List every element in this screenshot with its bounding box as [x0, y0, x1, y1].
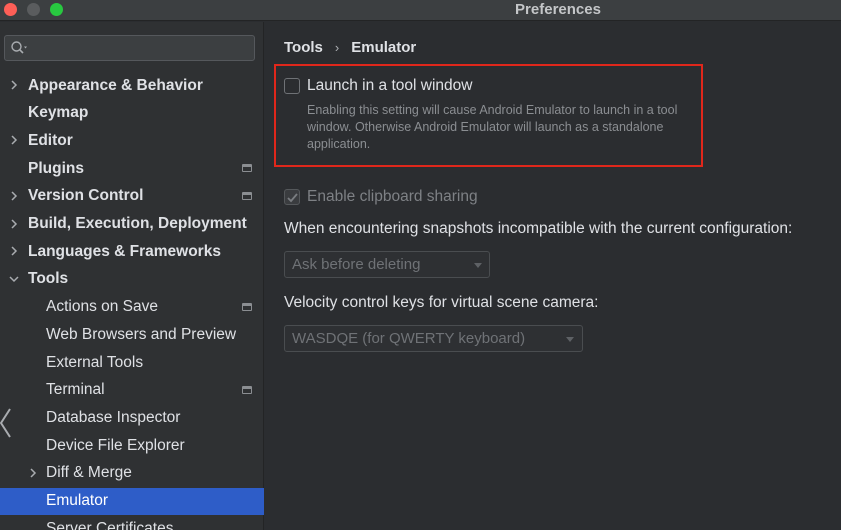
velocity-prompt: Velocity control keys for virtual scene … — [284, 294, 599, 311]
sidebar-item-plugins[interactable]: Plugins — [0, 155, 264, 182]
sidebar-item-label: Database Inspector — [46, 408, 181, 426]
sidebar-item-external-tools[interactable]: External Tools — [0, 349, 264, 376]
sidebar-item-label: Tools — [28, 270, 69, 288]
sidebar-item-appearance-behavior[interactable]: Appearance & Behavior — [0, 72, 264, 99]
settings-content: Tools › Emulator Launch in a tool window… — [265, 22, 841, 530]
velocity-combo[interactable]: WASDQE (for QWERTY keyboard) — [284, 325, 583, 352]
sidebar-item-label: Version Control — [28, 187, 144, 205]
chevron-down-icon — [474, 263, 482, 268]
chevron-right-icon[interactable] — [9, 135, 19, 145]
launch-in-tool-window-description: Enabling this setting will cause Android… — [307, 103, 678, 151]
sidebar-item-label: Languages & Frameworks — [28, 242, 221, 260]
snapshots-prompt: When encountering snapshots incompatible… — [284, 220, 793, 237]
clipboard-sharing-checkbox[interactable] — [284, 189, 300, 205]
sidebar-item-label: Actions on Save — [46, 298, 159, 316]
chevron-right-icon[interactable] — [28, 468, 38, 478]
sidebar-item-languages-frameworks[interactable]: Languages & Frameworks — [0, 238, 264, 265]
project-level-icon — [242, 302, 252, 311]
title-bar: Preferences — [0, 0, 841, 21]
sidebar-item-emulator[interactable]: Emulator — [0, 487, 264, 515]
sidebar-item-database-inspector[interactable]: Database Inspector — [0, 404, 264, 431]
project-level-icon — [242, 385, 252, 394]
sidebar-item-tools[interactable]: Tools — [0, 266, 264, 293]
launch-in-tool-window-checkbox[interactable] — [284, 78, 300, 94]
sidebar-item-label: Build, Execution, Deployment — [28, 215, 247, 232]
chevron-right-icon[interactable] — [9, 246, 19, 256]
sidebar-item-label: Device File Explorer — [46, 436, 185, 454]
chevron-right-icon[interactable] — [9, 218, 19, 229]
sidebar-item-label: Web Browsers and Preview — [46, 325, 237, 343]
sidebar-item-web-browsers-and-preview[interactable]: Web Browsers and Preview — [0, 321, 264, 348]
breadcrumb-current: Emulator — [351, 39, 417, 56]
sidebar-item-label: Terminal — [46, 381, 105, 399]
sidebar-item-label: Server Certificates — [46, 519, 174, 530]
sidebar-item-editor[interactable]: Editor — [0, 127, 264, 154]
launch-in-tool-window-label[interactable]: Launch in a tool window — [307, 77, 472, 95]
sidebar-item-label: Emulator — [46, 492, 109, 509]
sidebar-item-label: Keymap — [28, 104, 89, 122]
sidebar-item-build-execution-deployment[interactable]: Build, Execution, Deployment — [0, 211, 264, 238]
sidebar-item-actions-on-save[interactable]: Actions on Save — [0, 294, 264, 321]
chevron-right-icon[interactable] — [9, 191, 19, 201]
chevron-down-icon — [566, 337, 574, 342]
velocity-combo-value: WASDQE (for QWERTY keyboard) — [292, 330, 526, 347]
sidebar-item-label: Editor — [28, 131, 73, 149]
breadcrumb: Tools › Emulator — [284, 39, 416, 56]
preferences-window: Preferences Appearance & Behavior Keymap E… — [0, 0, 841, 530]
project-level-icon — [242, 191, 252, 200]
sidebar-item-label: External Tools — [46, 353, 144, 371]
chevron-down-icon[interactable] — [9, 274, 19, 284]
sidebar-item-keymap[interactable]: Keymap — [0, 100, 264, 127]
checkmark-icon — [287, 193, 298, 203]
sidebar-item-label: Plugins — [28, 159, 84, 177]
snapshots-combo-value: Ask before deleting — [292, 256, 421, 273]
chevron-left-icon[interactable] — [0, 405, 14, 445]
clipboard-sharing-label[interactable]: Enable clipboard sharing — [307, 188, 478, 206]
sidebar-item-server-certificates[interactable]: Server Certificates — [0, 515, 264, 530]
settings-sidebar: Appearance & Behavior Keymap Editor Plugins… — [0, 22, 264, 530]
sidebar-item-terminal[interactable]: Terminal — [0, 377, 264, 404]
chevron-right-icon[interactable] — [9, 80, 19, 90]
window-title: Preferences — [515, 1, 601, 18]
sidebar-item-label: Diff & Merge — [46, 464, 132, 482]
sidebar-item-diff-merge[interactable]: Diff & Merge — [0, 460, 264, 487]
breadcrumb-separator: › — [334, 40, 340, 55]
snapshots-combo[interactable]: Ask before deleting — [284, 251, 490, 278]
search-icon — [11, 41, 27, 54]
sidebar-item-version-control[interactable]: Version Control — [0, 183, 264, 210]
sidebar-item-device-file-explorer[interactable]: Device File Explorer — [0, 432, 264, 459]
breadcrumb-parent[interactable]: Tools — [284, 39, 323, 56]
search-input[interactable] — [4, 35, 255, 61]
sidebar-item-label: Appearance & Behavior — [28, 76, 203, 94]
project-level-icon — [242, 164, 252, 173]
